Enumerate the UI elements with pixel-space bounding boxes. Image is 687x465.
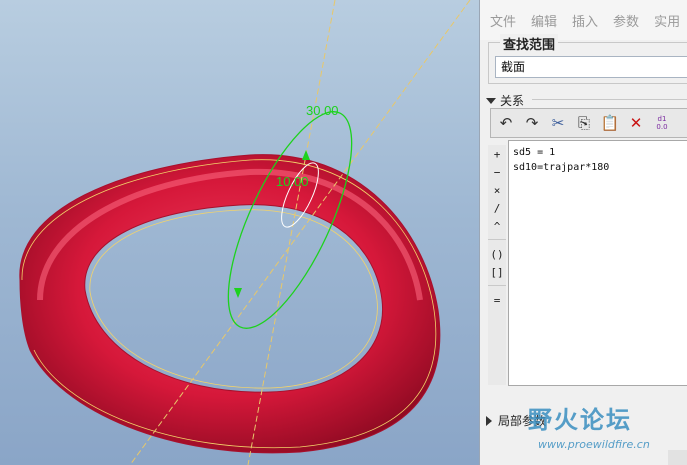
operator-brackets-button[interactable]: [] (488, 263, 506, 281)
dimension-label-10[interactable]: 10.00 (276, 174, 309, 189)
operator-multiply-button[interactable]: × (488, 181, 506, 199)
watermark-logo-text: 野火论坛 (528, 406, 632, 434)
menu-item-utilities[interactable]: 实用 (654, 11, 680, 30)
operator-power-button[interactable]: ^ (488, 217, 506, 235)
relations-section-title: 关系 (500, 94, 525, 108)
operator-bar: + − × / ^ () [] = (488, 145, 506, 385)
expand-triangle-icon (486, 415, 492, 426)
dimension-arrow-down (234, 288, 242, 298)
redo-icon[interactable]: ↷ (521, 112, 543, 134)
paste-icon[interactable]: 📋 (599, 112, 621, 134)
operator-plus-button[interactable]: + (488, 145, 506, 163)
relation-line: sd5 = 1 (513, 147, 556, 158)
menu-item-insert[interactable]: 插入 (572, 11, 598, 30)
relations-toolbar: ↶ ↷ ✂ ⎘ 📋 ✕ d1 0.0 (490, 108, 687, 138)
search-scope-title: 查找范围 (500, 34, 559, 53)
ring-body (19, 154, 441, 454)
menu-item-file[interactable]: 文件 (490, 11, 516, 30)
copy-icon[interactable]: ⎘ (573, 112, 595, 134)
search-scope-select[interactable]: 截面 (495, 56, 687, 78)
cut-icon[interactable]: ✂ (547, 112, 569, 134)
insert-sd-icon[interactable]: d1 0.0 (651, 112, 673, 134)
relations-section-toggle[interactable]: 关系 (486, 92, 524, 109)
undo-icon[interactable]: ↶ (495, 112, 517, 134)
ring-model-graphic (19, 0, 471, 465)
operator-equals-button[interactable]: = (488, 291, 506, 309)
menu-item-parameters[interactable]: 参数 (613, 11, 639, 30)
dimension-arrow-up (302, 150, 310, 160)
menu-item-edit[interactable]: 编辑 (531, 11, 557, 30)
relations-section-divider (532, 99, 687, 100)
operator-parens-button[interactable]: () (488, 245, 506, 263)
scrollbar-corner (668, 450, 687, 465)
watermark-url: www.proewildfire.cn (538, 438, 650, 451)
relations-editor[interactable]: sd5 = 1 sd10=trajpar*180 (508, 140, 687, 386)
model-viewport[interactable]: 30.00 10.00 (0, 0, 479, 465)
delete-icon[interactable]: ✕ (625, 112, 647, 134)
dimension-label-30[interactable]: 30.00 (306, 103, 339, 118)
relation-line: sd10=trajpar*180 (513, 162, 610, 173)
operator-minus-button[interactable]: − (488, 163, 506, 181)
collapse-triangle-icon (486, 97, 496, 104)
relations-panel: 文件 编辑 插入 参数 实用 查找范围 截面 关系 ↶ ↷ ✂ ⎘ 📋 ✕ d1… (479, 0, 687, 465)
operator-divide-button[interactable]: / (488, 199, 506, 217)
